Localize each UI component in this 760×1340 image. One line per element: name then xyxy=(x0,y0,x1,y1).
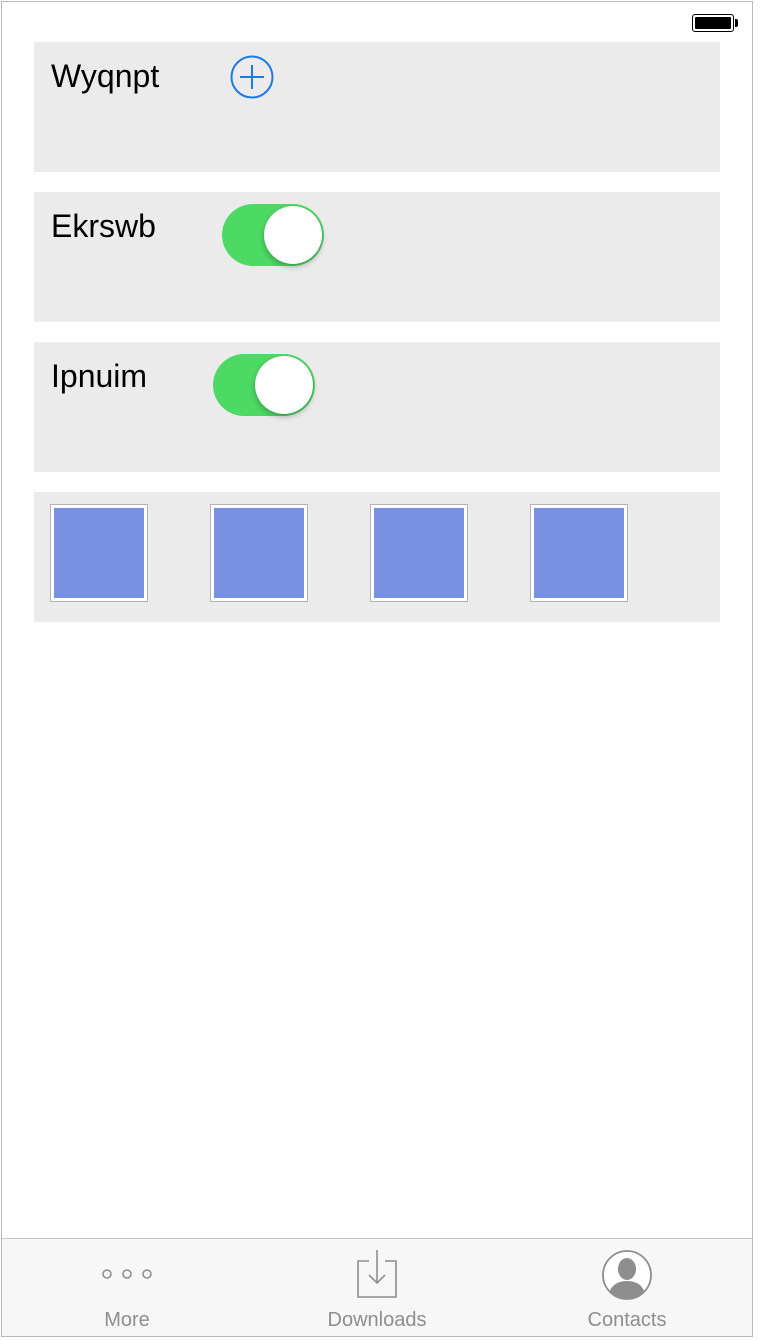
image-placeholder-icon xyxy=(374,508,464,598)
row-label: Wyqnpt xyxy=(51,58,160,94)
gallery-thumbnail[interactable] xyxy=(370,504,468,602)
download-tray-icon xyxy=(357,1250,397,1298)
tab-contacts[interactable]: Contacts xyxy=(502,1239,752,1336)
image-gallery-row xyxy=(34,492,720,622)
tab-label: Downloads xyxy=(327,1309,427,1331)
image-placeholder-icon xyxy=(534,508,624,598)
tab-label: More xyxy=(104,1309,150,1331)
image-placeholder-icon xyxy=(54,508,144,598)
row-ekrswb: Ekrswb xyxy=(34,192,720,322)
gallery-thumbnail[interactable] xyxy=(50,504,148,602)
row-ipnuim: Ipnuim xyxy=(34,342,720,472)
tab-more[interactable]: More xyxy=(2,1239,252,1336)
more-dots-icon xyxy=(102,1269,152,1279)
tab-downloads[interactable]: Downloads xyxy=(252,1239,502,1336)
gallery-thumbnail[interactable] xyxy=(210,504,308,602)
ekrswb-toggle[interactable] xyxy=(222,204,324,266)
row-label: Ipnuim xyxy=(51,358,148,394)
row-label: Ekrswb xyxy=(51,208,156,244)
battery-full-icon xyxy=(692,14,738,34)
tab-bar: More Downloads Contacts xyxy=(2,1238,752,1336)
plus-circle-icon xyxy=(230,55,274,99)
app-screen: Wyqnpt Ekrswb Ipnuim More Downloads Cont… xyxy=(1,1,753,1337)
row-wyqnpt: Wyqnpt xyxy=(34,42,720,172)
tab-label: Contacts xyxy=(587,1309,667,1331)
image-placeholder-icon xyxy=(214,508,304,598)
toggle-knob xyxy=(255,356,313,414)
add-button[interactable] xyxy=(230,55,274,99)
ipnuim-toggle[interactable] xyxy=(213,354,315,416)
toggle-knob xyxy=(264,206,322,264)
gallery-thumbnail[interactable] xyxy=(530,504,628,602)
contact-avatar-icon xyxy=(602,1250,652,1300)
